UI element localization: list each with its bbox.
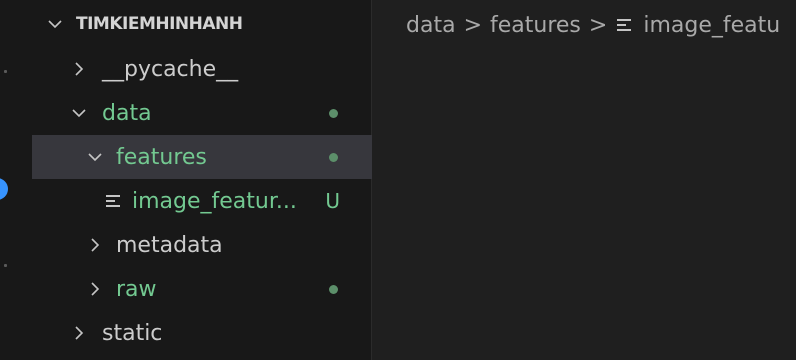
chevron-right-icon (84, 234, 106, 256)
tree-item-label: features (116, 144, 207, 170)
tree-item-label: metadata (116, 232, 223, 258)
tree-item-data[interactable]: data (32, 91, 372, 135)
editor-area: data > features > image_featu (372, 0, 796, 360)
tree-item-raw[interactable]: raw (32, 267, 372, 311)
tree-item-label: __pycache__ (102, 56, 239, 82)
breadcrumb-item-data[interactable]: data (406, 13, 456, 38)
activity-bar (0, 0, 33, 360)
modified-dot-icon (329, 108, 338, 118)
chevron-down-icon (84, 146, 106, 168)
explorer-root-label: TIMKIEMHINHANH (76, 14, 243, 34)
breadcrumb-item-file[interactable]: image_featu (643, 13, 780, 38)
lines-file-icon (104, 192, 122, 210)
tree-item-image-features-file[interactable]: image_featur... U (32, 179, 372, 223)
lines-file-icon (615, 16, 633, 34)
chevron-right-icon (84, 278, 106, 300)
breadcrumb-item-features[interactable]: features (490, 13, 581, 38)
breadcrumb-separator: > (588, 12, 608, 38)
chevron-down-icon (44, 13, 66, 35)
tree-item-features[interactable]: features (32, 135, 372, 179)
breadcrumb: data > features > image_featu (406, 8, 796, 42)
tree-item-metadata[interactable]: metadata (32, 223, 372, 267)
chevron-right-icon (68, 322, 90, 344)
modified-dot-icon (329, 284, 338, 294)
activity-bar-marker (4, 264, 7, 267)
breadcrumb-separator: > (463, 12, 482, 38)
tree-item-pycache[interactable]: __pycache__ (32, 47, 372, 91)
notification-badge-icon[interactable] (0, 178, 8, 200)
tree-item-label: data (102, 100, 152, 126)
modified-dot-icon (329, 152, 338, 162)
tree-item-label: image_featur... (132, 188, 297, 214)
explorer-root-folder[interactable]: TIMKIEMHINHANH (32, 2, 372, 46)
tree-item-static[interactable]: static (32, 311, 372, 355)
tree-item-label: raw (116, 276, 157, 302)
chevron-down-icon (68, 102, 90, 124)
untracked-status-badge: U (325, 189, 340, 213)
tree-item-label: static (102, 320, 163, 346)
explorer-panel: TIMKIEMHINHANH __pycache__ data features (32, 0, 372, 360)
chevron-right-icon (68, 58, 90, 80)
activity-bar-marker (4, 70, 7, 73)
